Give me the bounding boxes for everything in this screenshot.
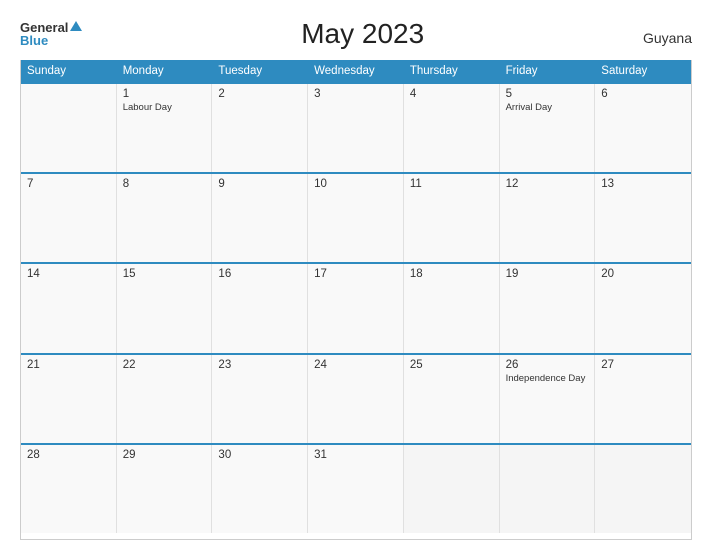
- day-number: 25: [410, 359, 493, 371]
- day-number: 4: [410, 88, 493, 100]
- day-number: 21: [27, 359, 110, 371]
- day-cell: 13: [595, 174, 691, 262]
- day-number: 1: [123, 88, 206, 100]
- day-number: 20: [601, 268, 685, 280]
- day-cell: 1 Labour Day: [117, 84, 213, 172]
- day-cell: [595, 445, 691, 533]
- day-cell: 30: [212, 445, 308, 533]
- day-cell: 29: [117, 445, 213, 533]
- day-cell: 10: [308, 174, 404, 262]
- header-sunday: Sunday: [21, 60, 117, 82]
- day-cell: 2: [212, 84, 308, 172]
- week-row-3: 14 15 16 17 18 19 20: [21, 262, 691, 352]
- day-cell: [21, 84, 117, 172]
- week-row-1: 1 Labour Day 2 3 4 5 Arrival Day 6: [21, 82, 691, 172]
- day-number: 27: [601, 359, 685, 371]
- day-cell: [404, 445, 500, 533]
- calendar-body: 1Labour Day2345Arrival Day67891011121314…: [21, 82, 691, 533]
- day-cell: 6: [595, 84, 691, 172]
- holiday-label: Arrival Day: [506, 102, 589, 113]
- holiday-label: Independence Day: [506, 373, 589, 384]
- day-number: 8: [123, 178, 206, 190]
- day-cell: 8: [117, 174, 213, 262]
- week-row-2: 7 89 10 11 12 13: [21, 172, 691, 262]
- day-number: 16: [218, 268, 301, 280]
- day-cell: 15: [117, 264, 213, 352]
- header-friday: Friday: [500, 60, 596, 82]
- logo: General Blue: [20, 21, 82, 47]
- day-number: 28: [27, 449, 110, 461]
- day-cell: 20: [595, 264, 691, 352]
- day-number: 17: [314, 268, 397, 280]
- header: General Blue May 2023 Guyana: [20, 18, 692, 50]
- header-tuesday: Tuesday: [212, 60, 308, 82]
- header-wednesday: Wednesday: [308, 60, 404, 82]
- day-number: 9: [218, 178, 301, 190]
- day-cell: 9: [212, 174, 308, 262]
- day-cell: 4: [404, 84, 500, 172]
- day-cell: 17: [308, 264, 404, 352]
- day-number: 24: [314, 359, 397, 371]
- day-number: 6: [601, 88, 685, 100]
- week-row-5: 28 29 30 31: [21, 443, 691, 533]
- day-cell: 22: [117, 355, 213, 443]
- day-number: 14: [27, 268, 110, 280]
- day-number: 15: [123, 268, 206, 280]
- day-cell: 18: [404, 264, 500, 352]
- logo-triangle-icon: [70, 21, 82, 31]
- day-cell: 12: [500, 174, 596, 262]
- day-cell: 11: [404, 174, 500, 262]
- calendar-title: May 2023: [82, 18, 643, 50]
- day-cell: 23: [212, 355, 308, 443]
- day-cell: 26 Independence Day: [500, 355, 596, 443]
- day-cell: 24: [308, 355, 404, 443]
- day-number: 3: [314, 88, 397, 100]
- day-number: 11: [410, 178, 493, 190]
- week-row-4: 21 22 23 24 25 26 Independence Day 27: [21, 353, 691, 443]
- day-number: 5: [506, 88, 589, 100]
- day-number: 29: [123, 449, 206, 461]
- day-cell: 25: [404, 355, 500, 443]
- day-number: 19: [506, 268, 589, 280]
- day-cell: 21: [21, 355, 117, 443]
- day-cell: 31: [308, 445, 404, 533]
- day-number: 12: [506, 178, 589, 190]
- logo-blue-text: Blue: [20, 34, 82, 47]
- days-header: Sunday Monday Tuesday Wednesday Thursday…: [21, 60, 691, 82]
- day-number: 26: [506, 359, 589, 371]
- day-cell: 5 Arrival Day: [500, 84, 596, 172]
- day-cell: 14: [21, 264, 117, 352]
- day-number: 30: [218, 449, 301, 461]
- day-number: 10: [314, 178, 397, 190]
- holiday-label: Labour Day: [123, 102, 206, 113]
- day-number: 7: [27, 178, 110, 190]
- header-thursday: Thursday: [404, 60, 500, 82]
- day-cell: [500, 445, 596, 533]
- day-number: 13: [601, 178, 685, 190]
- day-cell: 3: [308, 84, 404, 172]
- day-number: 31: [314, 449, 397, 461]
- header-monday: Monday: [117, 60, 213, 82]
- country-label: Guyana: [643, 30, 692, 50]
- page: General Blue May 2023 Guyana Sunday Mond…: [0, 0, 712, 550]
- day-cell: 7: [21, 174, 117, 262]
- day-cell: 19: [500, 264, 596, 352]
- day-cell: 16: [212, 264, 308, 352]
- day-cell: 28: [21, 445, 117, 533]
- day-number: 18: [410, 268, 493, 280]
- day-cell: 27: [595, 355, 691, 443]
- day-number: 23: [218, 359, 301, 371]
- day-number: 22: [123, 359, 206, 371]
- calendar: Sunday Monday Tuesday Wednesday Thursday…: [20, 60, 692, 540]
- day-number: 2: [218, 88, 301, 100]
- header-saturday: Saturday: [595, 60, 691, 82]
